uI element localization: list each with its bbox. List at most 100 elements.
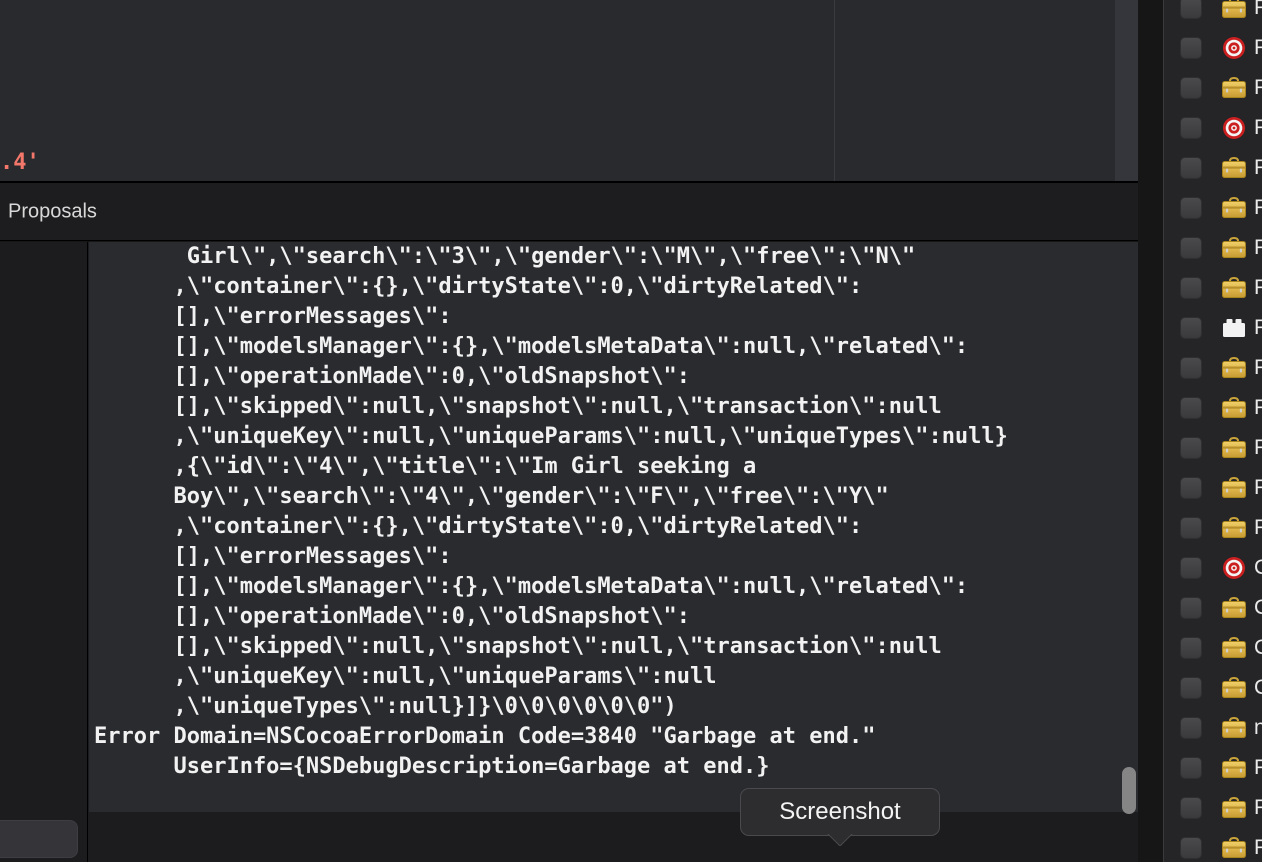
toolbox-icon (1221, 436, 1247, 460)
row-checkbox[interactable] (1180, 597, 1202, 619)
debug-console: Girl\",\"search\":\"3\",\"gender\":\"M\"… (0, 242, 1138, 862)
toolbox-icon (1221, 676, 1247, 700)
project-navigator[interactable]: PPPPPPPPPPPPPPCCCCnPPP (1163, 0, 1262, 862)
navigator-row[interactable]: P (1164, 108, 1262, 148)
navigator-row-label: P (1254, 476, 1262, 500)
navigator-row-label: C (1254, 596, 1262, 620)
tab-label-proposals[interactable]: Proposals (8, 200, 97, 223)
navigator-row[interactable]: P (1164, 268, 1262, 308)
toolbox-icon (1221, 836, 1247, 860)
navigator-row[interactable]: P (1164, 28, 1262, 68)
toolbox-icon (1221, 516, 1247, 540)
brick-icon (1221, 316, 1247, 340)
navigator-row-label: P (1254, 196, 1262, 220)
row-checkbox[interactable] (1180, 237, 1202, 259)
row-checkbox[interactable] (1180, 437, 1202, 459)
navigator-row-label: P (1254, 516, 1262, 540)
toolbox-icon (1221, 156, 1247, 180)
navigator-row[interactable]: C (1164, 588, 1262, 628)
console-output-area[interactable]: Girl\",\"search\":\"3\",\"gender\":\"M\"… (89, 242, 1115, 812)
source-editor[interactable]: .4' (0, 0, 1138, 183)
editor-vertical-divider[interactable] (834, 0, 835, 182)
navigator-row-label: P (1254, 116, 1262, 140)
toolbox-icon (1221, 596, 1247, 620)
navigator-row[interactable]: P (1164, 348, 1262, 388)
navigator-row-label: C (1254, 676, 1262, 700)
row-checkbox[interactable] (1180, 37, 1202, 59)
navigator-row[interactable]: P (1164, 508, 1262, 548)
row-checkbox[interactable] (1180, 477, 1202, 499)
navigator-row-label: P (1254, 316, 1262, 340)
toolbox-icon (1221, 636, 1247, 660)
row-checkbox[interactable] (1180, 317, 1202, 339)
tooltip-tail-icon (827, 833, 853, 846)
tooltip-label: Screenshot (779, 798, 901, 825)
navigator-row-label: P (1254, 76, 1262, 100)
target-icon (1221, 36, 1247, 60)
navigator-row[interactable]: P (1164, 228, 1262, 268)
navigator-row[interactable]: P (1164, 308, 1262, 348)
row-checkbox[interactable] (1180, 0, 1202, 19)
toolbox-icon (1221, 476, 1247, 500)
row-checkbox[interactable] (1180, 517, 1202, 539)
editor-secondary-pane (835, 0, 1115, 182)
navigator-row-label: P (1254, 156, 1262, 180)
toolbox-icon (1221, 356, 1247, 380)
row-checkbox[interactable] (1180, 637, 1202, 659)
navigator-row[interactable]: P (1164, 188, 1262, 228)
row-checkbox[interactable] (1180, 277, 1202, 299)
navigator-row[interactable]: C (1164, 668, 1262, 708)
navigator-row-label: C (1254, 636, 1262, 660)
navigator-row-label: P (1254, 396, 1262, 420)
row-checkbox[interactable] (1180, 717, 1202, 739)
window-background-gap (1138, 0, 1163, 862)
navigator-row[interactable]: P (1164, 748, 1262, 788)
navigator-row[interactable]: C (1164, 548, 1262, 588)
navigator-row[interactable]: P (1164, 788, 1262, 828)
editor-scrollbar[interactable] (1115, 0, 1138, 182)
navigator-row[interactable]: P (1164, 0, 1262, 28)
row-checkbox[interactable] (1180, 357, 1202, 379)
navigator-row-label: P (1254, 836, 1262, 860)
navigator-row-label: P (1254, 36, 1262, 60)
navigator-row[interactable]: C (1164, 628, 1262, 668)
editor-tab-bar[interactable]: Proposals (0, 183, 1138, 241)
toolbox-icon (1221, 76, 1247, 100)
row-checkbox[interactable] (1180, 557, 1202, 579)
navigator-row-label: P (1254, 356, 1262, 380)
toolbox-icon (1221, 276, 1247, 300)
navigator-row[interactable]: P (1164, 148, 1262, 188)
toolbox-icon (1221, 396, 1247, 420)
xcode-window: .4' Proposals Girl\",\"search\":\"3\",\"… (0, 0, 1262, 862)
row-checkbox[interactable] (1180, 757, 1202, 779)
navigator-row[interactable]: P (1164, 428, 1262, 468)
toolbox-icon (1221, 196, 1247, 220)
toolbox-icon (1221, 796, 1247, 820)
row-checkbox[interactable] (1180, 837, 1202, 859)
navigator-row[interactable]: P (1164, 68, 1262, 108)
row-checkbox[interactable] (1180, 797, 1202, 819)
navigator-row-label: C (1254, 556, 1262, 580)
navigator-row-label: P (1254, 276, 1262, 300)
console-output-text: Girl\",\"search\":\"3\",\"gender\":\"M\"… (94, 244, 1008, 779)
row-checkbox[interactable] (1180, 677, 1202, 699)
row-checkbox[interactable] (1180, 77, 1202, 99)
navigator-row[interactable]: P (1164, 828, 1262, 862)
console-scrollbar-thumb[interactable] (1122, 767, 1136, 814)
navigator-row-label: P (1254, 756, 1262, 780)
editor-code-fragment: .4' (0, 150, 40, 175)
navigator-row-label: P (1254, 796, 1262, 820)
debug-pane-button[interactable] (0, 820, 78, 858)
navigator-row[interactable]: n (1164, 708, 1262, 748)
target-icon (1221, 116, 1247, 140)
navigator-row[interactable]: P (1164, 388, 1262, 428)
row-checkbox[interactable] (1180, 397, 1202, 419)
console-scrollbar-track[interactable] (1115, 242, 1138, 812)
row-checkbox[interactable] (1180, 197, 1202, 219)
debug-variables-pane (0, 242, 88, 862)
toolbox-icon (1221, 0, 1247, 20)
row-checkbox[interactable] (1180, 157, 1202, 179)
row-checkbox[interactable] (1180, 117, 1202, 139)
navigator-row[interactable]: P (1164, 468, 1262, 508)
tooltip-screenshot: Screenshot (740, 788, 940, 846)
